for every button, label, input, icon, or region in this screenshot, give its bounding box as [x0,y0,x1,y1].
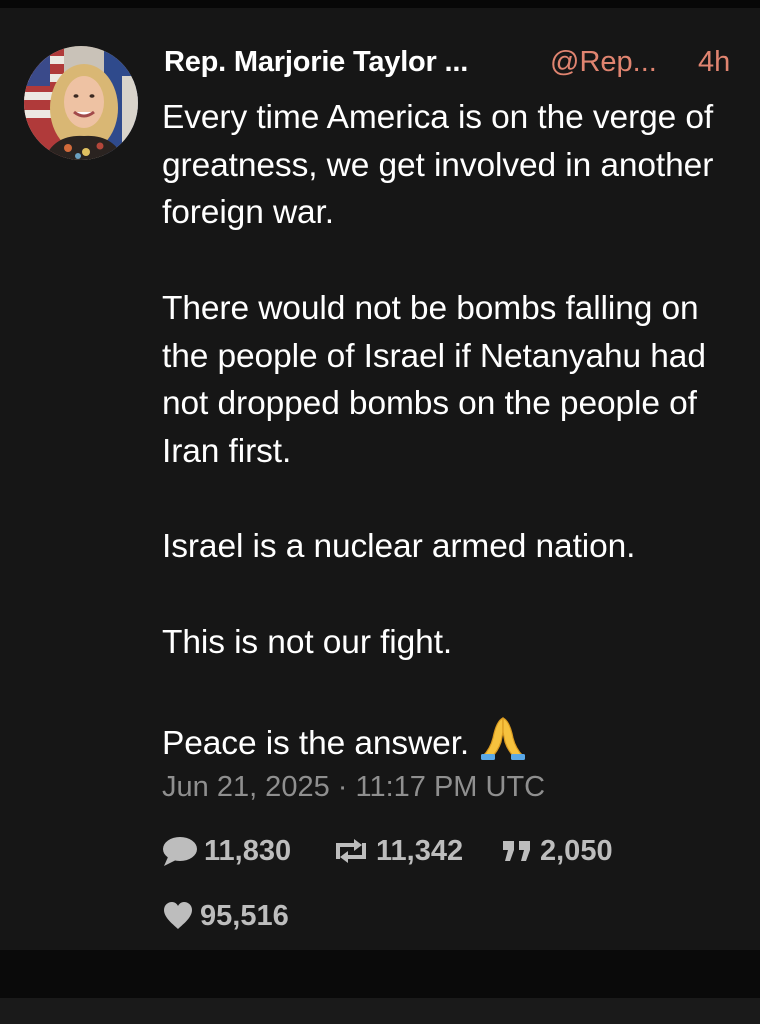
tweet-paragraph: There would not be bombs falling on the … [162,289,706,470]
retweets-count: 11,342 [376,834,464,867]
replies-count: 11,830 [204,834,292,867]
tweet-header: Rep. Marjorie Taylor ... @Rep... 4h [164,42,744,86]
tweet-card[interactable]: Rep. Marjorie Taylor ... @Rep... 4h Ever… [0,8,760,950]
tweet-paragraph-last: Peace is the answer. [162,714,752,768]
next-tweet-edge [0,998,760,1024]
avatar[interactable] [24,46,138,160]
feed-separator [0,950,760,998]
display-name[interactable]: Rep. Marjorie Taylor ... [164,46,468,79]
folded-hands-icon [481,717,526,761]
user-handle[interactable]: @Rep... [550,46,657,79]
retweets-stat[interactable]: 11,342 [332,831,463,871]
likes-count: 95,516 [200,899,289,932]
quote-icon [503,841,530,861]
tweet-body: Every time America is on the verge of gr… [162,94,752,768]
time-ago[interactable]: 4h [698,46,730,79]
quotes-stat[interactable]: 2,050 [500,831,613,871]
tweet-paragraph: Israel is a nuclear armed nation. [162,528,636,566]
top-strip [0,0,760,8]
tweet-paragraph: This is not our fight. [162,623,453,661]
likes-stat[interactable]: 95,516 [162,896,289,936]
replies-stat[interactable]: 11,830 [160,831,291,871]
tweet-paragraph: Every time America is on the verge of gr… [162,99,714,232]
tweet-paragraph: Peace is the answer. [162,725,470,763]
heart-icon [164,902,192,929]
quotes-count: 2,050 [540,834,613,867]
tweet-timestamp[interactable]: Jun 21, 2025 · 11:17 PM UTC [162,771,545,804]
speech-bubble-icon [163,837,197,866]
avatar-photo [24,46,138,160]
retweet-icon [336,839,366,863]
